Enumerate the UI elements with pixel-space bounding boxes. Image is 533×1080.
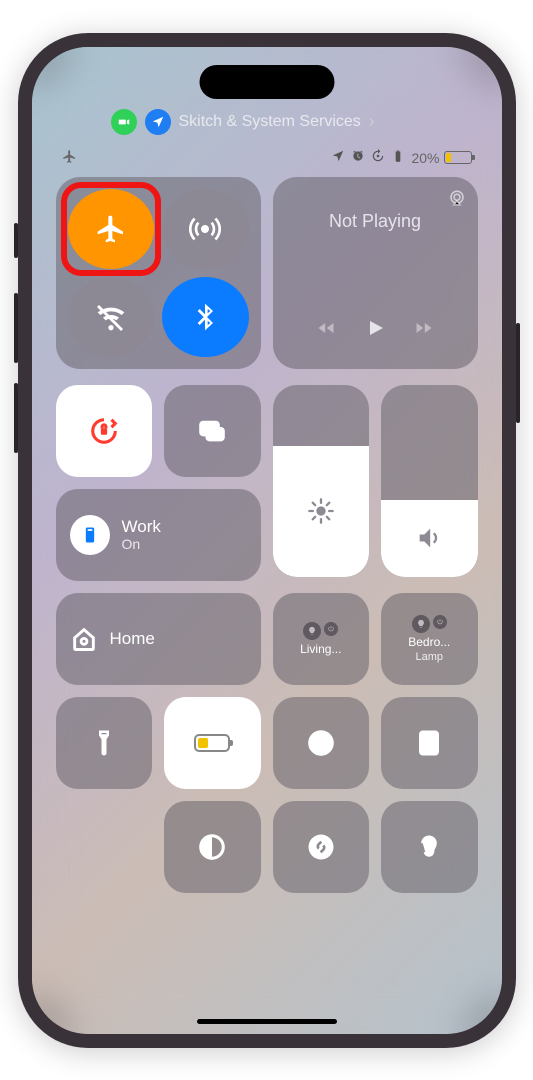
screen-record-button[interactable]: [273, 697, 370, 789]
privacy-indicator-row[interactable]: Skitch & System Services ›: [111, 109, 478, 135]
privacy-indicator-label: Skitch & System Services: [179, 113, 361, 131]
wifi-off-icon: [95, 301, 127, 333]
record-icon: [306, 728, 336, 758]
control-center: Skitch & System Services › 20%: [32, 47, 502, 1034]
side-button-vol-down: [14, 383, 18, 453]
focus-title: Work: [122, 517, 161, 537]
status-bar: 20%: [56, 145, 478, 177]
home-button[interactable]: Home: [56, 593, 261, 685]
ear-icon: [414, 832, 444, 862]
volume-slider[interactable]: [381, 385, 478, 577]
shazam-button[interactable]: [273, 801, 370, 893]
chevron-right-icon: ›: [369, 111, 375, 132]
airplay-icon[interactable]: [448, 189, 466, 212]
calculator-button[interactable]: [381, 697, 478, 789]
dark-mode-toggle[interactable]: [164, 801, 261, 893]
connectivity-module[interactable]: [56, 177, 261, 369]
flashlight-button[interactable]: [56, 697, 153, 789]
location-indicator-icon: [145, 109, 171, 135]
media-play-button[interactable]: [363, 316, 387, 345]
home-label: Home: [110, 629, 155, 649]
accessory-label: Living...: [300, 642, 341, 656]
power-icon: [324, 622, 338, 636]
orientation-lock-status-icon: [371, 149, 385, 166]
home-indicator[interactable]: [197, 1019, 337, 1024]
wifi-toggle[interactable]: [68, 277, 155, 357]
media-prev-button[interactable]: [316, 318, 336, 343]
antenna-icon: [189, 213, 221, 245]
flashlight-icon: [89, 728, 119, 758]
low-power-mode-toggle[interactable]: [164, 697, 261, 789]
focus-subtitle: On: [122, 536, 161, 552]
bulb-icon: [303, 622, 321, 640]
screen: Skitch & System Services › 20%: [32, 47, 502, 1034]
media-module[interactable]: Not Playing: [273, 177, 478, 369]
camera-indicator-icon: [111, 109, 137, 135]
location-status-icon: [331, 149, 345, 166]
cellular-data-toggle[interactable]: [162, 189, 249, 269]
status-airplane-icon: [62, 149, 77, 167]
brightness-icon: [307, 497, 335, 525]
hearing-button[interactable]: [381, 801, 478, 893]
power-icon: [433, 615, 447, 629]
airplane-mode-toggle[interactable]: [68, 189, 155, 269]
low-power-status-icon: [391, 149, 405, 166]
alarm-status-icon: [351, 149, 365, 166]
accessory-bedroom[interactable]: Bedro... Lamp: [381, 593, 478, 685]
orientation-lock-icon: [89, 416, 119, 446]
bluetooth-icon: [189, 301, 221, 333]
orientation-lock-toggle[interactable]: [56, 385, 153, 477]
battery-icon: [194, 734, 230, 752]
dynamic-island: [199, 65, 334, 99]
airplane-icon: [95, 213, 127, 245]
focus-toggle[interactable]: Work On: [56, 489, 261, 581]
accessory-living[interactable]: Living...: [273, 593, 370, 685]
calculator-icon: [414, 728, 444, 758]
media-title: Not Playing: [287, 211, 464, 232]
bluetooth-toggle[interactable]: [162, 277, 249, 357]
side-button-silence: [14, 223, 18, 258]
battery-percent-label: 20%: [411, 150, 439, 166]
side-button-vol-up: [14, 293, 18, 363]
dark-mode-icon: [197, 832, 227, 862]
phone-frame: Skitch & System Services › 20%: [18, 33, 516, 1048]
media-next-button[interactable]: [414, 318, 434, 343]
screen-mirroring-icon: [197, 416, 227, 446]
battery-icon: [444, 151, 472, 164]
shazam-icon: [306, 832, 336, 862]
accessory-label: Bedro...: [408, 635, 450, 649]
side-button-power: [516, 323, 520, 423]
battery-status: 20%: [411, 150, 471, 166]
control-grid: Not Playing: [56, 177, 478, 893]
brightness-slider[interactable]: [273, 385, 370, 577]
focus-badge-icon: [70, 515, 110, 555]
screen-mirroring-button[interactable]: [164, 385, 261, 477]
accessory-sublabel: Lamp: [415, 651, 443, 663]
volume-icon: [415, 524, 443, 552]
bulb-icon: [412, 615, 430, 633]
home-icon: [70, 625, 98, 653]
